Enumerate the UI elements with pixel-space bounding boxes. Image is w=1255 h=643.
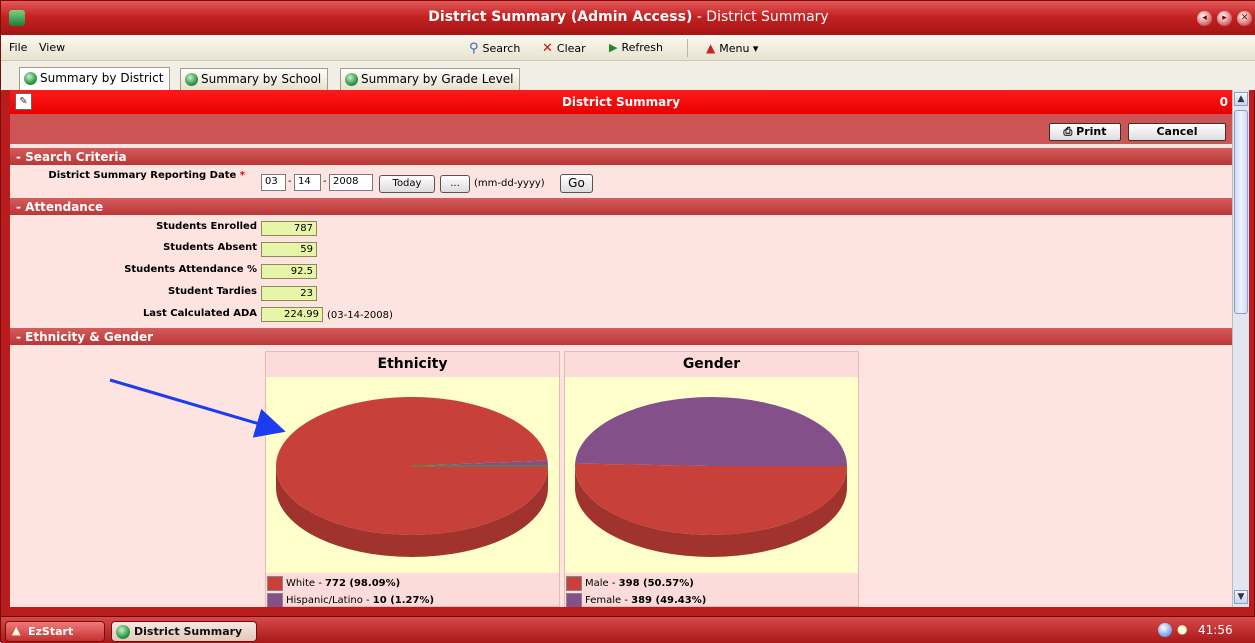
legend-name: Female — [585, 595, 622, 606]
annotation-arrow — [109, 378, 286, 438]
scroll-down-icon[interactable]: ▼ — [1234, 590, 1248, 604]
back-icon[interactable]: ◂ — [1197, 11, 1212, 26]
menu-icon: ▲ — [706, 41, 716, 55]
date-dash: - — [323, 176, 327, 187]
date-picker-button[interactable]: ... — [440, 175, 470, 193]
user-icon: ● — [1177, 622, 1188, 636]
clear-button[interactable]: ✕ Clear — [542, 41, 586, 56]
clear-label: Clear — [556, 42, 586, 55]
cancel-button[interactable]: Cancel — [1128, 123, 1226, 141]
search-button[interactable]: ⚲ Search — [469, 41, 520, 56]
legend-value: 10 (1.27%) — [372, 595, 435, 606]
forward-icon[interactable]: ▸ — [1217, 11, 1232, 26]
window-title-sub: - District Summary — [692, 9, 829, 25]
menu-label: Menu ▾ — [719, 41, 759, 55]
scroll-up-icon[interactable]: ▲ — [1234, 92, 1248, 106]
close-icon[interactable]: ✕ — [1237, 11, 1252, 26]
clock: 41:56 — [1198, 623, 1233, 637]
legend-value: 398 (50.57%) — [618, 578, 694, 589]
refresh-label: Refresh — [621, 41, 664, 54]
application-window: District Summary (Admin Access) - Distri… — [0, 0, 1255, 643]
pie-slice-female — [575, 396, 847, 466]
legend-swatch — [267, 593, 283, 607]
legend-swatch — [267, 576, 283, 591]
title-bar: District Summary (Admin Access) - Distri… — [1, 1, 1255, 35]
legend-swatch — [566, 576, 582, 591]
taskbar-app-district-summary[interactable]: District Summary — [111, 621, 257, 642]
year-input[interactable]: 2008 — [329, 174, 373, 191]
tab-summary-by-district[interactable]: Summary by District — [19, 67, 171, 90]
start-icon: ▲ — [12, 624, 21, 637]
tab-summary-by-school[interactable]: Summary by School — [180, 68, 329, 90]
taskbar: ▲ EzStart District Summary ● 41:56 — [1, 616, 1255, 643]
content-panel: ✎ District Summary 0 ⎙ Print Cancel - Se… — [10, 90, 1232, 607]
legend-name: Male — [585, 578, 609, 589]
clear-icon: ✕ — [542, 41, 553, 56]
today-button[interactable]: Today — [379, 175, 435, 193]
legend-value: 772 (98.09%) — [325, 578, 401, 589]
go-button[interactable]: Go — [560, 174, 593, 193]
gender-pie — [575, 396, 847, 557]
tab-strip: Summary by District Summary by School Su… — [1, 61, 1255, 90]
legend-female: Female - 389 (49.43%) — [566, 593, 706, 607]
globe-icon — [345, 73, 358, 86]
printer-icon: ⎙ — [1063, 125, 1073, 138]
scroll-thumb[interactable] — [1234, 110, 1248, 314]
legend-male: Male - 398 (50.57%) — [566, 576, 694, 591]
start-label: EzStart — [28, 625, 74, 638]
tab-label: Summary by School — [201, 72, 322, 86]
search-icon: ⚲ — [469, 41, 479, 56]
refresh-button[interactable]: ▶ Refresh — [609, 41, 663, 54]
vertical-scrollbar[interactable]: ▲ ▼ — [1232, 90, 1249, 607]
date-format-hint: (mm-dd-yyyy) — [474, 178, 545, 189]
gender-chart-title: Gender — [682, 356, 741, 372]
menu-file[interactable]: File — [9, 41, 27, 54]
search-label: Search — [482, 42, 521, 55]
app-icon — [116, 625, 130, 639]
tab-summary-by-grade-level[interactable]: Summary by Grade Level — [340, 68, 521, 90]
legend-hispanic-latino: Hispanic/Latino - 10 (1.27%) — [267, 593, 434, 607]
gender-plot-area — [565, 377, 858, 573]
menu-bar: File View ⚲ Search ✕ Clear ▶ Refresh ▲ Menu … — [1, 35, 1255, 61]
globe-icon — [24, 72, 37, 85]
legend-name: Hispanic/Latino — [286, 595, 363, 606]
last-ada-date: (03-14-2008) — [327, 310, 393, 321]
toolbar-separator — [687, 39, 688, 57]
legend-white: White - 772 (98.09%) — [267, 576, 400, 591]
legend-name: White — [286, 578, 316, 589]
play-icon: ▶ — [609, 41, 618, 54]
legend-swatch — [566, 593, 582, 607]
legend-value: 389 (49.43%) — [631, 595, 707, 606]
menu-dropdown-button[interactable]: ▲ Menu ▾ — [706, 41, 758, 55]
menu-view[interactable]: View — [39, 41, 65, 54]
gender-chart: Gender Male - 398 (50.57%) Female - 389 … — [564, 351, 859, 607]
globe-icon — [185, 73, 198, 86]
taskbar-app-label: District Summary — [134, 625, 243, 638]
record-count: 0 — [1219, 95, 1228, 109]
start-button[interactable]: ▲ EzStart — [5, 621, 105, 642]
window-title-main: District Summary (Admin Access) — [428, 9, 693, 25]
print-label: Print — [1076, 125, 1107, 138]
print-button[interactable]: ⎙ Print — [1049, 123, 1121, 141]
tab-label: Summary by District — [40, 71, 164, 85]
tab-label: Summary by Grade Level — [361, 72, 514, 86]
window-title: District Summary (Admin Access) - Distri… — [1, 9, 1255, 25]
network-icon — [1158, 623, 1172, 637]
